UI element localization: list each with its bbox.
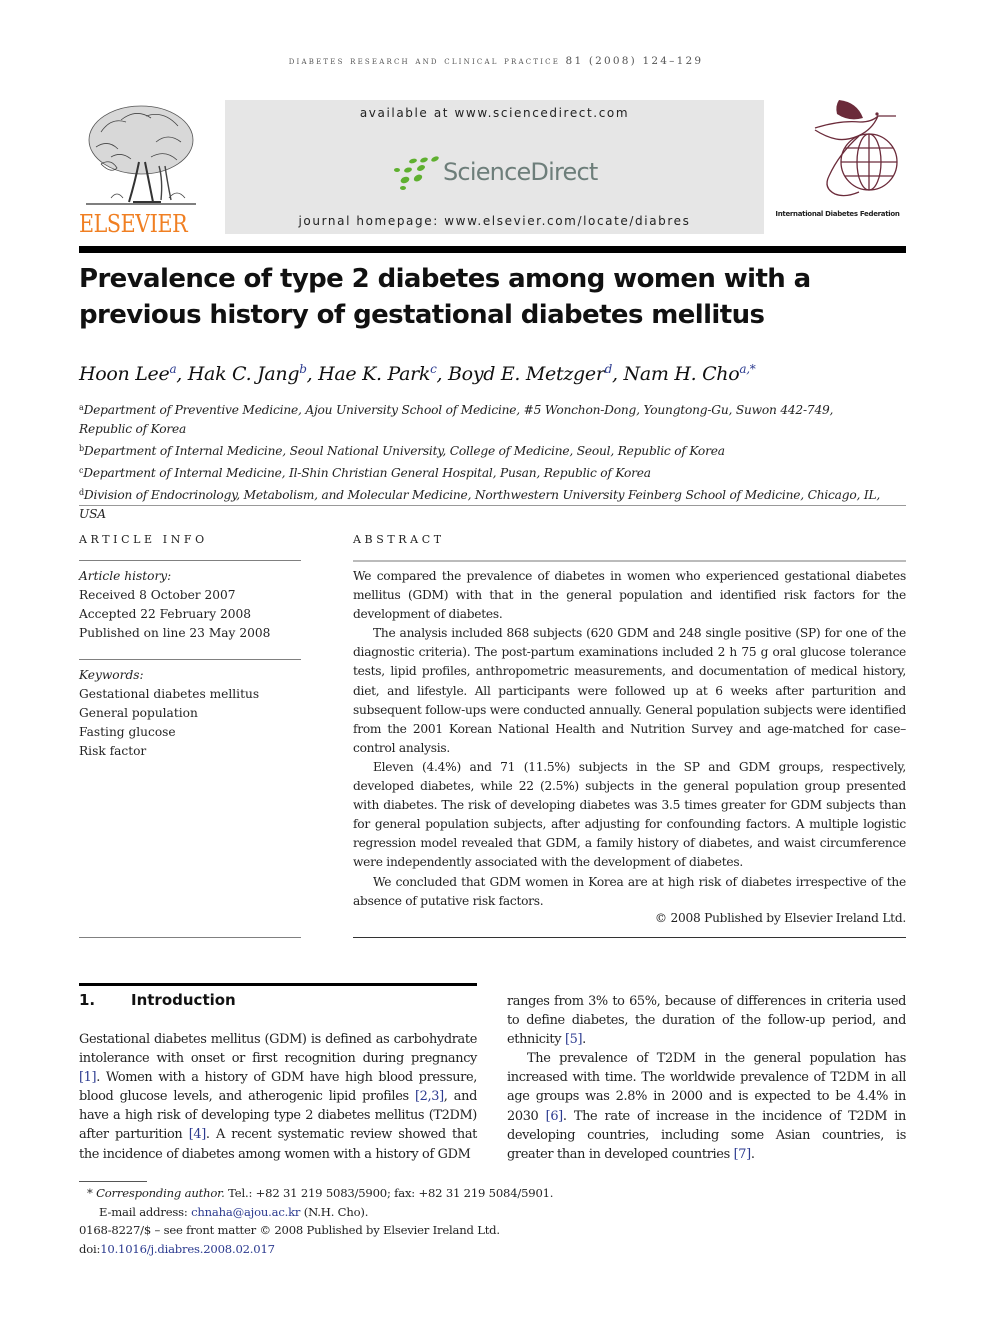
article-info-heading: ARTICLE INFO [79, 533, 208, 546]
article-info-bottom-rule [79, 937, 301, 938]
sciencedirect-logo[interactable]: ScienceDirect [391, 154, 601, 192]
author-name[interactable]: Hak C. Jang [188, 363, 300, 385]
sciencedirect-banner: available at www.sciencedirect.com Scien… [225, 100, 764, 234]
abstract-paragraph: We concluded that GDM women in Korea are… [353, 874, 906, 908]
issn-line: 0168-8227/$ – see front matter © 2008 Pu… [79, 1223, 500, 1238]
author-name[interactable]: Nam H. Cho [624, 363, 740, 385]
corresponding-author-note: * Corresponding author. Tel.: +82 31 219… [87, 1186, 554, 1200]
history-published: Published on line 23 May 2008 [79, 626, 271, 640]
keyword: Risk factor [79, 744, 147, 758]
citation-link[interactable]: [2,3] [415, 1089, 444, 1104]
journal-homepage-link[interactable]: journal homepage: www.elsevier.com/locat… [225, 214, 764, 228]
masthead: ELSEVIER available at www.sciencedirect.… [79, 100, 906, 238]
affiliation-item: dDivision of Endocrinology, Metabolism, … [79, 488, 881, 521]
keywords: Keywords: Gestational diabetes mellitus … [79, 666, 301, 761]
section-number: 1. [79, 991, 96, 1009]
running-head: Diabetes Research and Clinical Practice … [288, 55, 704, 67]
introduction-column-2: ranges from 3% to 65%, because of differ… [507, 992, 906, 1164]
elsevier-wordmark: ELSEVIER [79, 210, 188, 238]
affiliation-marker[interactable]: d [605, 362, 613, 376]
affiliation-item: cDepartment of Internal Medicine, Il-Shi… [79, 466, 651, 480]
affiliation-item: aDepartment of Preventive Medicine, Ajou… [79, 403, 834, 417]
keywords-label: Keywords: [79, 668, 144, 682]
affiliations-rule [79, 505, 906, 506]
abstract-copyright: © 2008 Published by Elsevier Ireland Ltd… [654, 911, 906, 925]
email-link[interactable]: chnaha@ajou.ac.kr [191, 1205, 300, 1219]
keyword: Gestational diabetes mellitus [79, 687, 260, 701]
keyword: General population [79, 706, 198, 720]
abstract-body: We compared the prevalence of diabetes i… [353, 567, 906, 911]
citation-link[interactable]: [7] [734, 1147, 752, 1162]
body-paragraph: The prevalence of T2DM in the general po… [507, 1051, 906, 1162]
abstract-paragraph: We compared the prevalence of diabetes i… [353, 569, 906, 622]
elsevier-logo[interactable]: ELSEVIER [79, 100, 203, 238]
section-title: Introduction [131, 991, 236, 1009]
history-accepted: Accepted 22 February 2008 [79, 607, 251, 621]
affiliation-marker[interactable]: c [430, 362, 437, 376]
affiliation-marker[interactable]: b [299, 362, 307, 376]
abstract-paragraph: Eleven (4.4%) and 71 (11.5%) subjects in… [353, 759, 906, 870]
affiliation-item: bDepartment of Internal Medicine, Seoul … [79, 444, 725, 458]
history-received: Received 8 October 2007 [79, 588, 236, 602]
available-at-link[interactable]: available at www.sciencedirect.com [225, 106, 764, 120]
keywords-rule [79, 659, 301, 660]
sciencedirect-wordmark: ScienceDirect [443, 158, 598, 186]
citation-link[interactable]: [4] [189, 1127, 207, 1142]
keyword: Fasting glucose [79, 725, 176, 739]
author-name[interactable]: Hae K. Park [318, 363, 430, 385]
header-rule [79, 246, 906, 253]
footnotes: * Corresponding author. Tel.: +82 31 219… [79, 1184, 639, 1258]
author-list: Hoon Leea, Hak C. Jangb, Hae K. Parkc, B… [79, 362, 756, 385]
idf-logo[interactable]: International Diabetes Federation [769, 100, 906, 234]
citation-link[interactable]: [5] [565, 1032, 583, 1047]
article-history: Article history: Received 8 October 2007… [79, 567, 301, 643]
article-title: Prevalence of type 2 diabetes among wome… [79, 264, 811, 330]
author-name[interactable]: Hoon Lee [79, 363, 170, 385]
introduction-rule [79, 983, 477, 986]
doi-link[interactable]: 10.1016/j.diabres.2008.02.017 [100, 1242, 275, 1256]
footnote-rule [79, 1181, 147, 1182]
affiliation-marker[interactable]: a [169, 362, 176, 376]
body-paragraph: ranges from 3% to 65%, because of differ… [507, 994, 906, 1048]
elsevier-tree-icon [86, 105, 196, 205]
affiliation-marker[interactable]: a,* [739, 362, 755, 376]
citation-link[interactable]: [6] [546, 1109, 564, 1124]
affiliation-item-cont: Republic of Korea [79, 422, 187, 436]
article-info-rule [79, 560, 301, 561]
abstract-paragraph: The analysis included 868 subjects (620 … [353, 626, 906, 755]
abstract-rule [353, 560, 906, 562]
history-label: Article history: [79, 569, 172, 583]
doi-line: doi:10.1016/j.diabres.2008.02.017 [79, 1241, 275, 1256]
abstract-heading: ABSTRACT [353, 533, 445, 546]
idf-name: International Diabetes Federation [775, 210, 900, 218]
author-name[interactable]: Boyd E. Metzger [448, 363, 605, 385]
body-paragraph: Gestational diabetes mellitus (GDM) is d… [79, 1032, 477, 1162]
citation-link[interactable]: [1] [79, 1070, 97, 1085]
introduction-heading: 1. Introduction [79, 991, 236, 1009]
hummingbird-globe-icon [814, 100, 898, 197]
introduction-column-1: Gestational diabetes mellitus (GDM) is d… [79, 1030, 477, 1164]
sciencedirect-dots-icon [394, 156, 439, 190]
abstract-bottom-rule [353, 937, 906, 938]
email-line: E-mail address: chnaha@ajou.ac.kr (N.H. … [99, 1204, 369, 1219]
